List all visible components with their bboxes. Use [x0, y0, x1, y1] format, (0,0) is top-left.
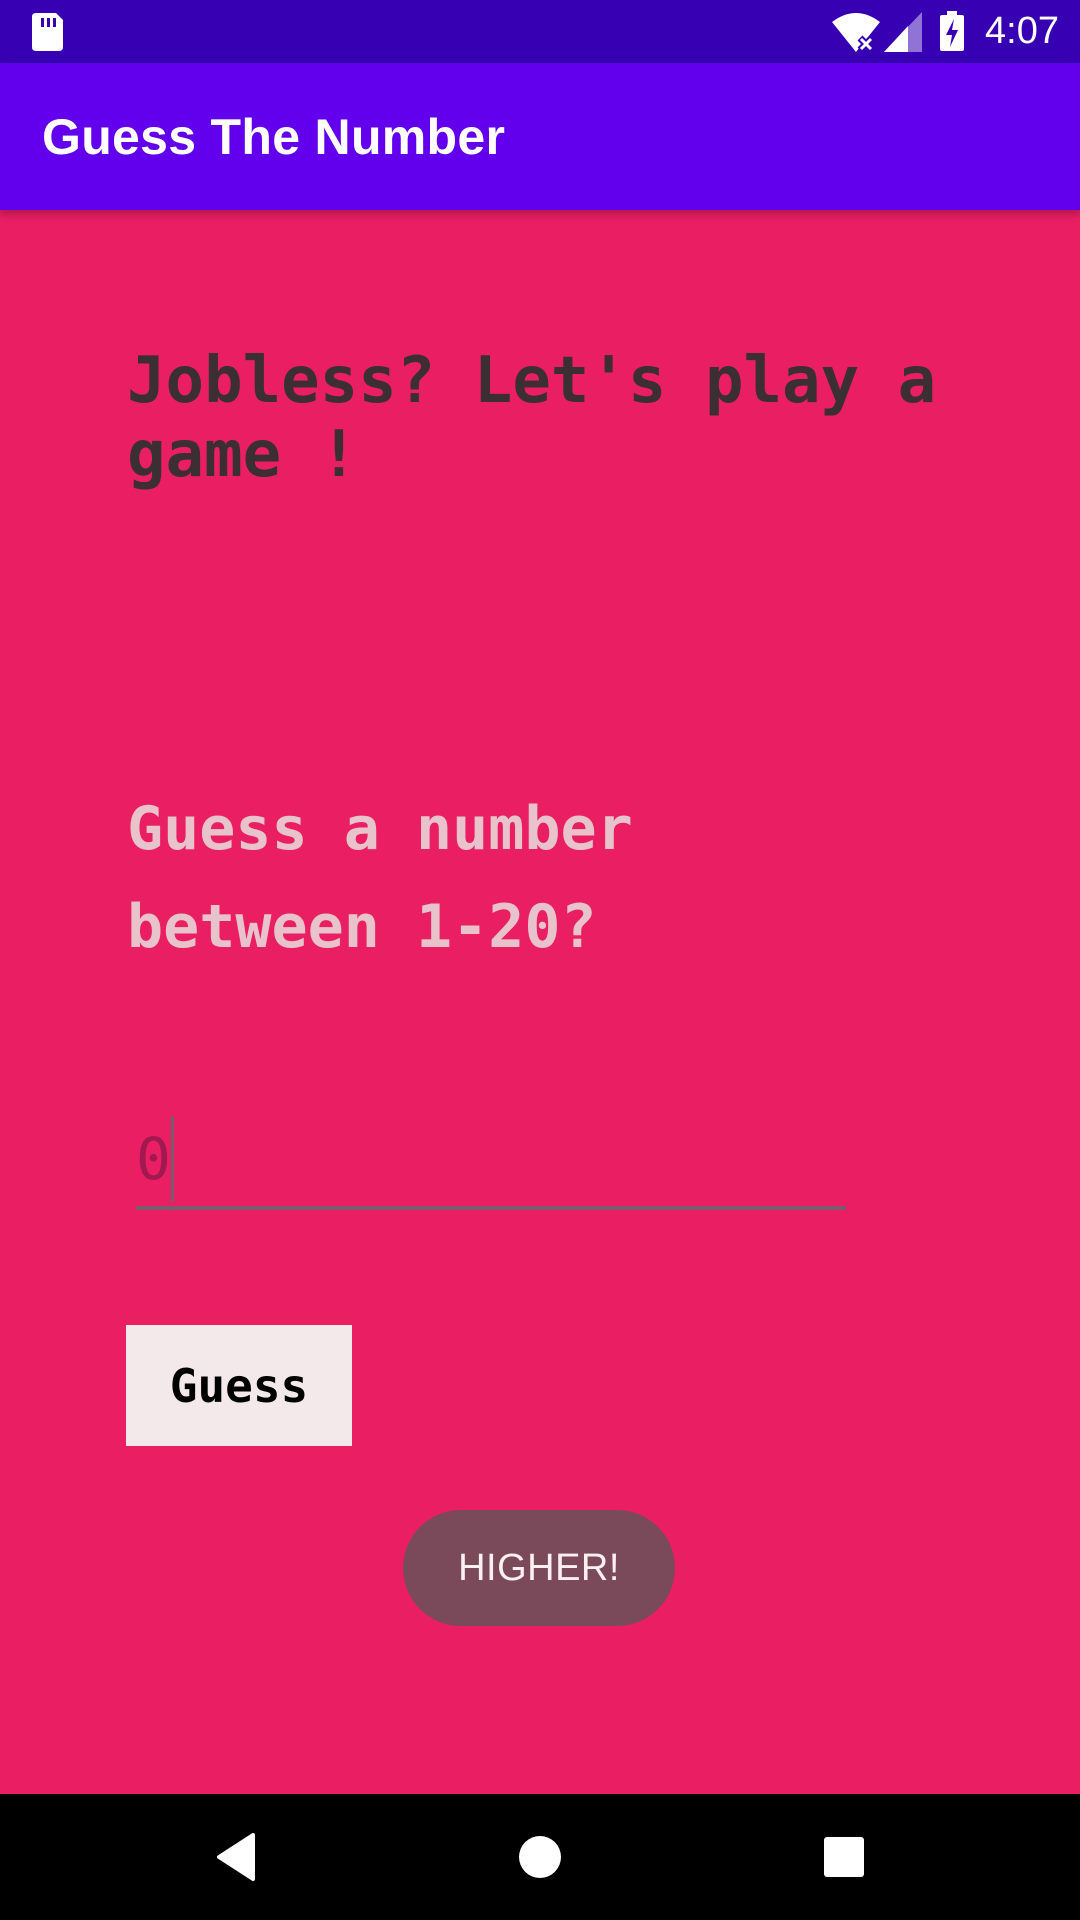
guess-button[interactable]: Guess	[126, 1325, 352, 1446]
recents-button[interactable]	[784, 1794, 904, 1920]
app-bar: Guess The Number	[0, 63, 1080, 210]
status-bar: 4:07	[0, 0, 1080, 63]
status-clock: 4:07	[985, 10, 1059, 52]
sd-card-icon	[32, 13, 63, 51]
wifi-icon	[832, 13, 880, 52]
recents-icon	[824, 1837, 864, 1877]
text-cursor	[171, 1116, 174, 1202]
guess-number-input[interactable]	[136, 1112, 846, 1210]
app-title: Guess The Number	[42, 109, 506, 165]
back-button[interactable]	[176, 1794, 296, 1920]
battery-charging-icon	[940, 11, 964, 51]
cell-signal-icon	[884, 12, 922, 52]
prompt-text: Guess a number between 1-20?	[127, 794, 633, 962]
headline-text: Jobless? Let's play a game !	[127, 344, 937, 492]
navigation-bar	[0, 1794, 1080, 1920]
back-icon	[217, 1833, 255, 1881]
toast-message: HIGHER!	[403, 1510, 675, 1626]
home-button[interactable]	[480, 1794, 600, 1920]
home-icon	[519, 1836, 561, 1878]
